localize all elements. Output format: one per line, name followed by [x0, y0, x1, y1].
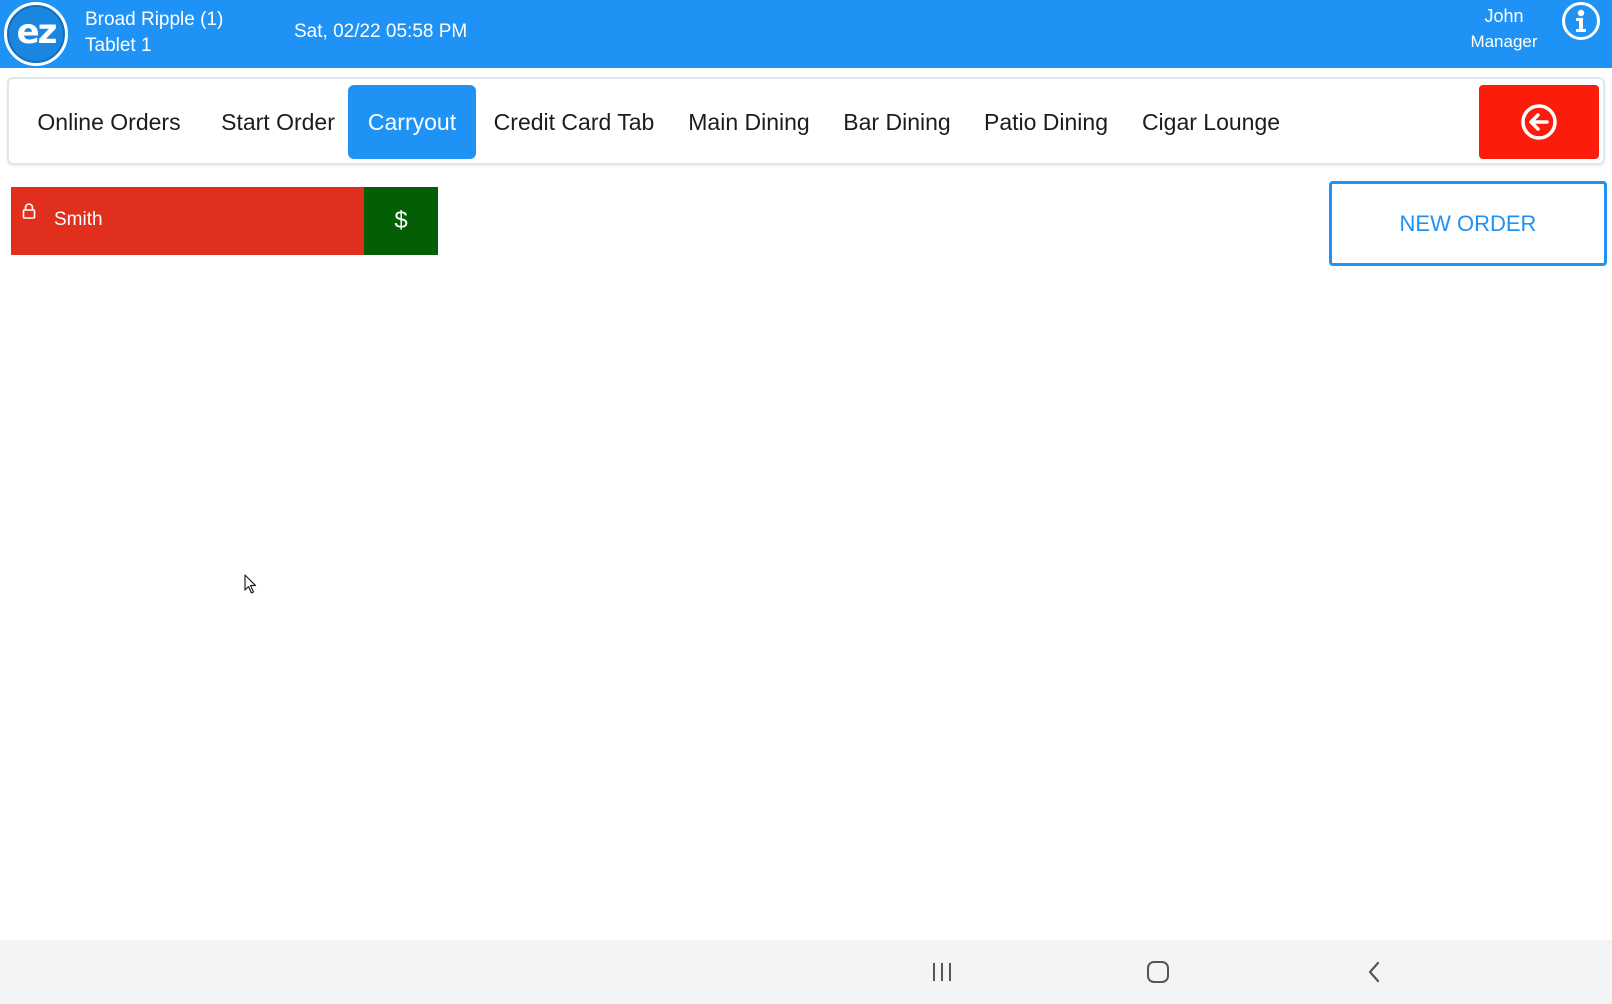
- user-role: Manager: [1470, 32, 1538, 51]
- logo-text: ez: [16, 12, 58, 52]
- top-bar: ez Broad Ripple (1) Tablet 1 Sat, 02/22 …: [0, 0, 1612, 68]
- tab-carryout[interactable]: Carryout: [348, 85, 476, 159]
- tab-bar-dining[interactable]: Bar Dining: [835, 85, 959, 159]
- lock-icon: [22, 203, 36, 224]
- exit-button[interactable]: [1479, 85, 1599, 159]
- user-info[interactable]: John Manager: [1464, 4, 1544, 54]
- home-button[interactable]: [1138, 952, 1178, 992]
- device-name: Tablet 1: [85, 35, 152, 56]
- tab-online-orders[interactable]: Online Orders: [19, 85, 199, 159]
- order-pay-button[interactable]: $: [364, 187, 438, 255]
- order-ticket: Smith $: [11, 187, 438, 255]
- back-arrow-circle-icon: [1521, 104, 1557, 140]
- system-navigation-bar: [0, 940, 1612, 1004]
- recents-button[interactable]: [922, 952, 962, 992]
- tab-start-order[interactable]: Start Order: [204, 85, 352, 159]
- recents-icon: [933, 963, 951, 981]
- info-button[interactable]: [1562, 2, 1600, 40]
- mouse-cursor-icon: [244, 574, 258, 599]
- section-tabs: Online Orders Start Order Carryout Credi…: [7, 77, 1605, 165]
- new-order-button[interactable]: NEW ORDER: [1329, 181, 1607, 266]
- location-name: Broad Ripple (1): [85, 9, 224, 30]
- back-chevron-icon: [1368, 961, 1380, 983]
- system-back-button[interactable]: [1354, 952, 1394, 992]
- date-time: Sat, 02/22 05:58 PM: [294, 21, 468, 42]
- home-icon: [1147, 961, 1169, 983]
- info-icon: [1576, 9, 1586, 32]
- order-ticket-main[interactable]: Smith: [11, 187, 364, 255]
- tab-cigar-lounge[interactable]: Cigar Lounge: [1133, 85, 1289, 159]
- tab-patio-dining[interactable]: Patio Dining: [975, 85, 1117, 159]
- tab-credit-card-tab[interactable]: Credit Card Tab: [485, 85, 663, 159]
- order-customer-name: Smith: [54, 209, 103, 230]
- tab-main-dining[interactable]: Main Dining: [679, 85, 819, 159]
- ez-logo: ez: [4, 2, 68, 66]
- user-name: John: [1484, 6, 1524, 26]
- location-info: Broad Ripple (1) Tablet 1: [85, 7, 223, 59]
